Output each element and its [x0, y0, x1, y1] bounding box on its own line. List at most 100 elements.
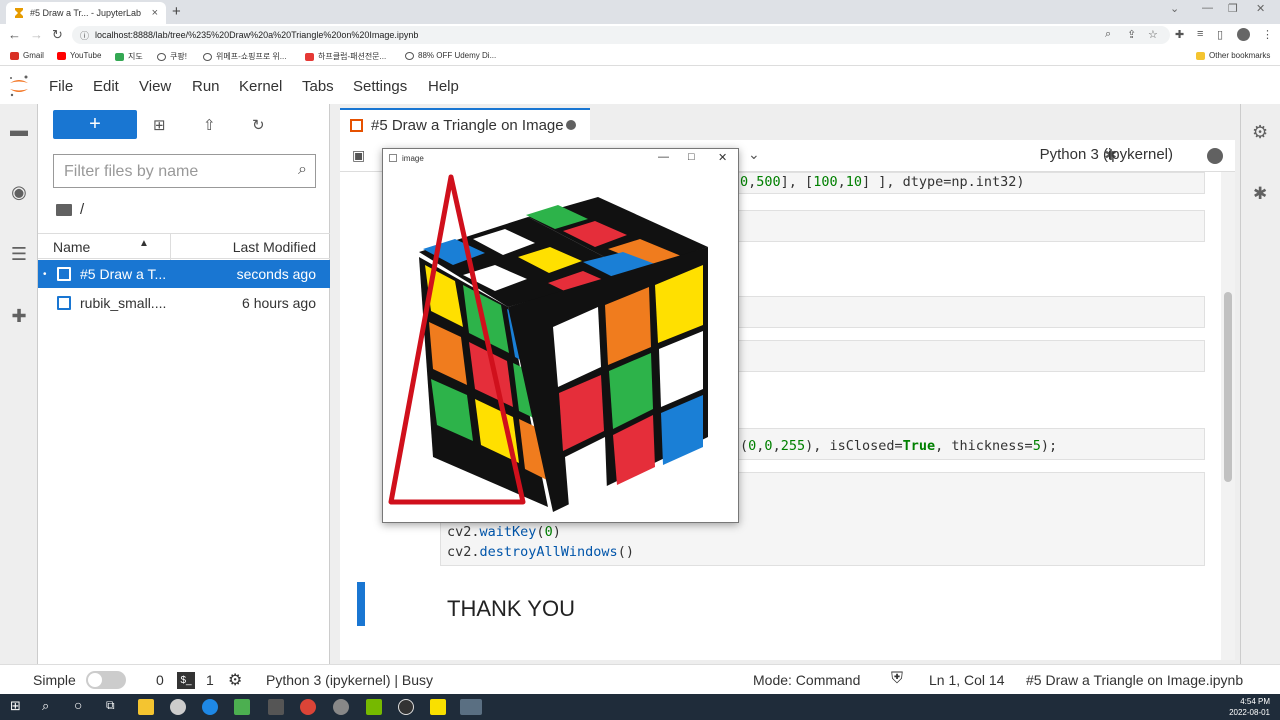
sidepanel-icon[interactable]: ▯ — [1217, 28, 1223, 41]
media-icon[interactable]: ≡ — [1197, 28, 1203, 40]
menu-kernel[interactable]: Kernel — [239, 78, 282, 95]
menu-edit[interactable]: Edit — [93, 78, 119, 95]
new-launcher-button[interactable]: + — [53, 110, 137, 139]
column-divider[interactable] — [170, 234, 171, 260]
cursor-position[interactable]: Ln 1, Col 14 — [929, 672, 1005, 688]
opencv-image-window[interactable]: image — □ ✕ — [382, 148, 739, 523]
active-cell-indicator[interactable] — [357, 582, 365, 626]
image-file-icon — [57, 296, 71, 310]
notebook-scrollbar[interactable] — [1221, 172, 1235, 660]
code-line-waitkey: cv2.waitKey(0) — [447, 524, 561, 540]
obs-icon[interactable] — [398, 699, 414, 715]
terminal-icon[interactable]: $_ — [177, 672, 195, 689]
app-icon[interactable] — [170, 699, 186, 715]
kakaotalk-icon[interactable] — [430, 699, 446, 715]
bookmark-wemakeprice[interactable]: 위메프-쇼핑프로 위... — [203, 51, 286, 62]
shield-icon[interactable]: ⛨ — [891, 670, 903, 688]
kebab-menu-icon[interactable]: ⋮ — [1262, 28, 1273, 41]
notepad-icon[interactable] — [234, 699, 250, 715]
cell-type-dropdown-icon[interactable]: ⌄ — [748, 146, 760, 163]
terminal-app-icon[interactable] — [268, 699, 284, 715]
share-icon[interactable]: ⇪ — [1127, 28, 1136, 41]
file-list-header: Name ▲ Last Modified — [38, 233, 330, 260]
kernel-status[interactable]: Python 3 (ipykernel) | Busy — [266, 672, 433, 688]
menu-file[interactable]: File — [49, 78, 73, 95]
menu-settings[interactable]: Settings — [353, 78, 407, 95]
bookmark-youtube[interactable]: YouTube — [57, 51, 101, 60]
running-kernels-icon[interactable]: ◉ — [9, 182, 29, 203]
save-icon[interactable]: ▣ — [352, 147, 365, 164]
refresh-icon[interactable]: ↻ — [252, 116, 265, 134]
column-name-header[interactable]: Name — [53, 239, 90, 255]
info-icon[interactable]: ⓘ — [80, 29, 89, 42]
minimize-icon[interactable]: — — [658, 151, 669, 163]
minimize-window-icon[interactable]: — — [1202, 2, 1213, 14]
tab-search-icon[interactable]: ⌄ — [1170, 2, 1179, 15]
kernel-chip-icon[interactable]: ⚙ — [228, 670, 242, 690]
file-explorer-icon[interactable] — [138, 699, 154, 715]
file-browser-panel: + ⊞ ⇧ ↻ Filter files by name ⌕ / Name ▲ … — [38, 104, 330, 664]
restore-window-icon[interactable]: ❐ — [1228, 2, 1238, 15]
forward-icon[interactable]: → — [30, 27, 43, 42]
maximize-icon[interactable]: □ — [688, 151, 695, 163]
new-tab-button[interactable]: + — [172, 3, 181, 20]
window-app-icon — [389, 154, 397, 162]
reload-icon[interactable]: ↻ — [52, 27, 63, 43]
extensions-icon[interactable]: ✚ — [1175, 28, 1184, 41]
table-of-contents-icon[interactable]: ☰ — [9, 244, 29, 265]
upload-icon[interactable]: ⇧ — [203, 116, 216, 134]
property-inspector-gear-icon[interactable]: ⚙ — [1252, 122, 1268, 143]
back-icon[interactable]: ← — [8, 27, 21, 42]
bookmark-udemy[interactable]: 88% OFF Udemy Di... — [405, 51, 496, 60]
markdown-heading: THANK YOU — [447, 596, 575, 621]
bookmark-halfclub[interactable]: 하프클럽-패션전문... — [305, 51, 386, 62]
bookmark-maps[interactable]: 지도 — [115, 51, 143, 62]
settings-gear-icon[interactable] — [333, 699, 349, 715]
notebook-tab[interactable]: #5 Draw a Triangle on Image — [340, 108, 590, 140]
close-window-icon[interactable]: ✕ — [1256, 2, 1265, 15]
edge-icon[interactable] — [202, 699, 218, 715]
bookmark-star-icon[interactable]: ☆ — [1148, 28, 1158, 41]
extensions-puzzle-icon[interactable]: ✚ — [9, 306, 29, 327]
scrollbar-thumb[interactable] — [1224, 292, 1232, 482]
breadcrumb[interactable]: / — [56, 201, 84, 218]
menu-run[interactable]: Run — [192, 78, 220, 95]
system-clock[interactable]: 4:54 PM 2022-08-01 — [1229, 696, 1270, 718]
debugger-bug-icon[interactable]: ✱ — [1253, 184, 1267, 204]
opencv-window-titlebar[interactable]: image — □ ✕ — [383, 149, 738, 167]
cortana-icon[interactable]: ○ — [74, 697, 82, 713]
new-folder-icon[interactable]: ⊞ — [153, 116, 166, 134]
file-row[interactable]: • #5 Draw a T... seconds ago — [38, 260, 330, 288]
search-icon[interactable]: ⌕ — [42, 698, 49, 714]
opencv-window-taskbar-icon[interactable] — [460, 699, 482, 715]
menu-tabs[interactable]: Tabs — [302, 78, 334, 95]
other-bookmarks[interactable]: Other bookmarks — [1196, 51, 1270, 60]
browser-tab[interactable]: #5 Draw a Tr... - JupyterLab × — [6, 2, 166, 24]
bookmark-gmail[interactable]: Gmail — [10, 51, 44, 60]
kernel-name[interactable]: Python 3 (ipykernel) — [1040, 146, 1173, 163]
unsaved-dot-icon[interactable] — [566, 120, 576, 130]
profile-avatar[interactable] — [1237, 28, 1250, 41]
bookmark-coupang[interactable]: 쿠팡! — [157, 51, 187, 62]
file-row[interactable]: rubik_small.... 6 hours ago — [38, 289, 330, 317]
close-tab-icon[interactable]: × — [152, 7, 158, 19]
kernel-count: 1 — [206, 672, 214, 688]
simple-mode-toggle[interactable] — [86, 671, 126, 689]
notebook-file-icon — [57, 267, 71, 281]
menu-help[interactable]: Help — [428, 78, 459, 95]
zoom-icon[interactable]: ⌕ — [1105, 28, 1111, 41]
nvidia-icon[interactable] — [366, 699, 382, 715]
filter-files-input[interactable]: Filter files by name ⌕ — [53, 154, 316, 188]
chrome-icon[interactable] — [300, 699, 316, 715]
code-line-pts: 0,500], [100,10] ], dtype=np.int32) — [740, 174, 1025, 190]
folder-icon[interactable]: ▬ — [9, 120, 29, 141]
command-mode: Mode: Command — [753, 672, 861, 688]
sort-asc-icon: ▲ — [139, 238, 149, 249]
toggle-knob — [88, 673, 102, 687]
windows-start-icon[interactable]: ⊞ — [10, 698, 21, 714]
column-modified-header[interactable]: Last Modified — [233, 239, 316, 255]
menu-view[interactable]: View — [139, 78, 171, 95]
task-view-icon[interactable]: ⧉ — [106, 698, 115, 713]
url-field[interactable]: ⓘ localhost:8888/lab/tree/%235%20Draw%20… — [72, 26, 1170, 44]
close-icon[interactable]: ✕ — [718, 151, 727, 164]
